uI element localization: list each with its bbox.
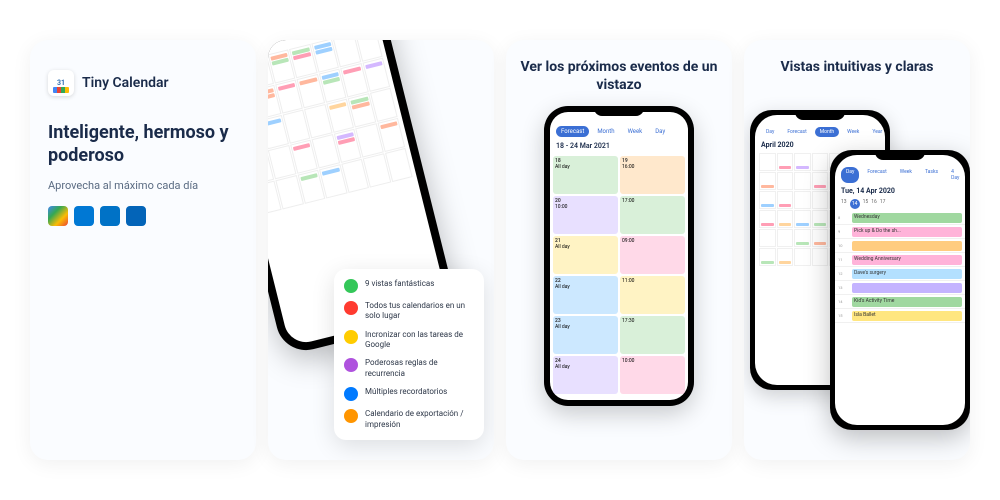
feature-icon xyxy=(344,387,358,401)
headline: Inteligente, hermoso y poderoso xyxy=(48,122,238,167)
feature-text: Todos tus calendarios en un solo lugar xyxy=(365,301,474,322)
month-cell[interactable] xyxy=(812,210,829,228)
app-name: Tiny Calendar xyxy=(82,75,169,91)
month-cell[interactable] xyxy=(812,172,829,190)
day-event-row[interactable]: 9Pick up & Do the sh... xyxy=(835,225,965,239)
onedrive-icon xyxy=(74,206,94,226)
exchange-icon xyxy=(100,206,120,226)
forecast-cell[interactable]: 24All day xyxy=(553,356,618,394)
day-event-row[interactable]: 15Isla Ballet xyxy=(835,309,965,323)
outlook-icon xyxy=(126,206,146,226)
forecast-grid[interactable]: 18All day1916:002010:0017:0021All day09:… xyxy=(550,153,688,397)
month-cell[interactable] xyxy=(794,210,811,228)
day-event-row[interactable]: 8Wednesday xyxy=(835,211,965,225)
month-cell[interactable] xyxy=(777,191,794,209)
day-event-row[interactable]: 11Wedding Anniversary xyxy=(835,253,965,267)
forecast-cell[interactable]: 11:00 xyxy=(620,276,685,314)
forecast-cell[interactable]: 17:00 xyxy=(620,196,685,234)
feature-icon xyxy=(344,301,358,315)
feature-text: Múltiples recordatorios xyxy=(365,387,447,397)
tab-day[interactable]: Day xyxy=(650,126,670,137)
month-cell[interactable] xyxy=(759,172,776,190)
feature-item: Múltiples recordatorios xyxy=(344,387,474,401)
forecast-cell[interactable]: 22All day xyxy=(553,276,618,314)
month-cell[interactable] xyxy=(777,210,794,228)
view-tabs[interactable]: Forecast Month Week Day xyxy=(550,112,688,139)
feature-list-card: 9 vistas fantásticas Todos tus calendario… xyxy=(334,269,484,440)
month-cell[interactable] xyxy=(794,172,811,190)
month-cell[interactable] xyxy=(759,153,776,171)
screenshot-card-4: Vistas intuitivas y claras Day Forecast … xyxy=(744,40,970,460)
month-cell[interactable] xyxy=(812,248,829,266)
tab-week[interactable]: Week xyxy=(623,126,648,137)
month-cell[interactable] xyxy=(794,248,811,266)
day-event-row[interactable]: 14Kid's Activity Time xyxy=(835,295,965,309)
phone-mockup-day: Day Forecast Week Tasks 4 Day Tue, 14 Ap… xyxy=(830,150,970,430)
forecast-cell[interactable]: 2010:00 xyxy=(553,196,618,234)
day-event-row[interactable]: 10 xyxy=(835,239,965,253)
feature-icon xyxy=(344,279,358,293)
month-cell[interactable] xyxy=(759,191,776,209)
mini-day-strip[interactable]: 13 14 15 16 17 xyxy=(835,197,965,211)
forecast-cell[interactable]: 17:30 xyxy=(620,316,685,354)
month-cell[interactable] xyxy=(759,229,776,247)
card4-title: Vistas intuitivas y claras xyxy=(744,40,970,84)
month-cell[interactable] xyxy=(777,229,794,247)
day-event-row[interactable]: 12Dave's surgery xyxy=(835,267,965,281)
feature-text: Poderosas reglas de recurrencia xyxy=(365,358,474,379)
month-cell[interactable] xyxy=(794,153,811,171)
app-logo-row: 31 Tiny Calendar xyxy=(48,70,238,96)
feature-text: Incronizar con las tareas de Google xyxy=(365,330,474,351)
screenshot-card-3: Ver los próximos eventos de un vistazo F… xyxy=(506,40,732,460)
card3-title: Ver los próximos eventos de un vistazo xyxy=(506,40,732,102)
feature-item: 9 vistas fantásticas xyxy=(344,279,474,293)
forecast-cell[interactable]: 09:00 xyxy=(620,236,685,274)
forecast-cell[interactable]: 1916:00 xyxy=(620,156,685,194)
feature-text: 9 vistas fantásticas xyxy=(365,279,434,289)
month-cell[interactable] xyxy=(777,248,794,266)
day-date: Tue, 14 Apr 2020 xyxy=(835,185,965,197)
month-cell[interactable] xyxy=(794,191,811,209)
screenshot-card-1: 31 Tiny Calendar Inteligente, hermoso y … xyxy=(30,40,256,460)
feature-item: Incronizar con las tareas de Google xyxy=(344,330,474,351)
month-cell[interactable] xyxy=(777,172,794,190)
forecast-cell[interactable]: 10:00 xyxy=(620,356,685,394)
feature-item: Todos tus calendarios en un solo lugar xyxy=(344,301,474,322)
tab-forecast[interactable]: Forecast xyxy=(556,126,589,137)
feature-item: Poderosas reglas de recurrencia xyxy=(344,358,474,379)
date-range: 18 - 24 Mar 2021 xyxy=(550,139,688,153)
day-event-row[interactable]: 13 xyxy=(835,281,965,295)
month-cell[interactable] xyxy=(794,229,811,247)
forecast-cell[interactable]: 23All day xyxy=(553,316,618,354)
feature-icon xyxy=(344,330,358,344)
tagline: Aprovecha al máximo cada día xyxy=(48,179,238,192)
forecast-cell[interactable]: 18All day xyxy=(553,156,618,194)
month-cell[interactable] xyxy=(777,153,794,171)
app-store-screenshots: 31 Tiny Calendar Inteligente, hermoso y … xyxy=(0,0,1000,500)
day-events[interactable]: 8Wednesday9Pick up & Do the sh...1011Wed… xyxy=(835,211,965,323)
month-cell[interactable] xyxy=(812,229,829,247)
feature-text: Calendario de exportación / impresión xyxy=(365,409,474,430)
forecast-cell[interactable]: 21All day xyxy=(553,236,618,274)
integration-icons xyxy=(48,206,238,226)
feature-icon xyxy=(344,358,358,372)
month-grid[interactable] xyxy=(268,40,417,218)
month-cell[interactable] xyxy=(759,248,776,266)
feature-icon xyxy=(344,409,358,423)
phone-mockup-forecast: Forecast Month Week Day 18 - 24 Mar 2021… xyxy=(544,106,694,406)
google-calendar-icon xyxy=(48,206,68,226)
month-cell[interactable] xyxy=(812,191,829,209)
month-cell[interactable] xyxy=(759,210,776,228)
app-logo-icon: 31 xyxy=(48,70,74,96)
feature-item: Calendario de exportación / impresión xyxy=(344,409,474,430)
tab-month[interactable]: Month xyxy=(592,126,619,137)
month-cell[interactable] xyxy=(812,153,829,171)
screenshot-card-2: 13:35 ●●● Forecast Month Week Day Tasks … xyxy=(268,40,494,460)
